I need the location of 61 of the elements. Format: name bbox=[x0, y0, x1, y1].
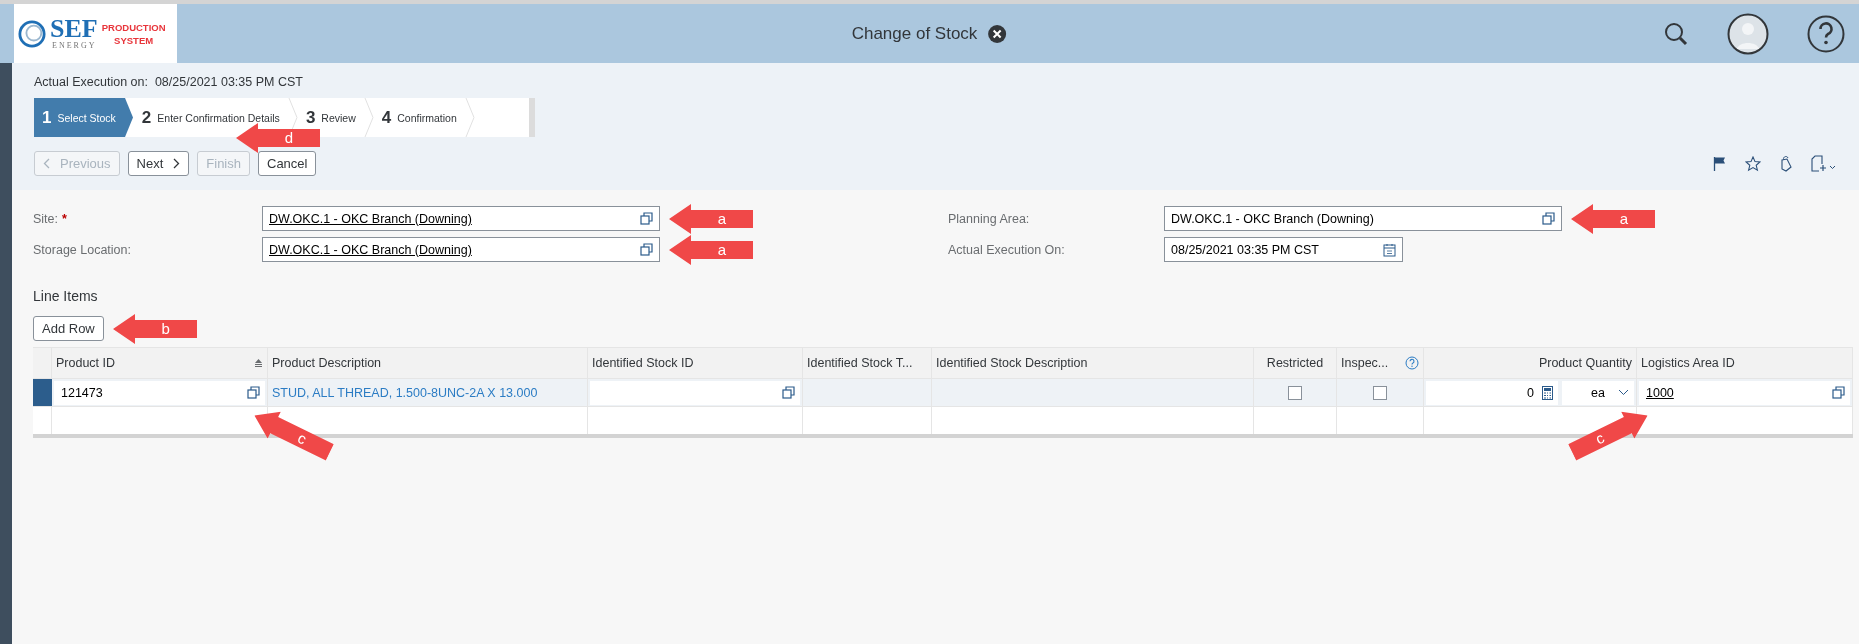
value-help-icon[interactable] bbox=[640, 212, 653, 225]
column-header[interactable]: Identified Stock Description bbox=[932, 347, 1254, 378]
field-label: Actual Execution On: bbox=[948, 242, 1066, 257]
execution-info: Actual Execution on: 08/25/2021 03:35 PM CST bbox=[34, 75, 304, 89]
app-title: Change of Stock bbox=[851, 23, 978, 44]
quantity-field[interactable]: 0 bbox=[1426, 380, 1558, 405]
input-field[interactable]: 1000 bbox=[1639, 380, 1850, 405]
column-header[interactable]: Identified Stock ID bbox=[588, 347, 803, 378]
callout-label: b bbox=[160, 319, 171, 338]
chevron-right-icon bbox=[173, 158, 181, 169]
calendar-icon[interactable] bbox=[1383, 242, 1396, 257]
swirl-icon bbox=[18, 19, 46, 48]
callout-label: a bbox=[1618, 209, 1630, 228]
logo-subtitle: ENERGY bbox=[51, 41, 97, 50]
value-help-icon[interactable] bbox=[1542, 212, 1555, 225]
column-header[interactable]: Identified Stock T... bbox=[803, 347, 932, 378]
column-header[interactable]: Restricted bbox=[1254, 347, 1337, 378]
unit-select[interactable]: ea bbox=[1562, 380, 1634, 405]
value-help-icon[interactable] bbox=[640, 243, 653, 256]
wizard-button[interactable]: Next bbox=[127, 151, 190, 176]
help-icon[interactable] bbox=[1405, 356, 1419, 370]
table-header-cell bbox=[33, 347, 52, 378]
input-field[interactable] bbox=[590, 380, 800, 405]
calculator-icon[interactable] bbox=[1542, 385, 1553, 400]
checkbox[interactable] bbox=[1373, 385, 1387, 400]
tag-icon[interactable] bbox=[1779, 155, 1793, 172]
chevron-left-icon bbox=[43, 158, 50, 169]
section-title: Line Items bbox=[33, 288, 99, 304]
row-selector[interactable] bbox=[33, 378, 52, 406]
callout-label: c bbox=[294, 427, 311, 450]
wizard-button[interactable]: Cancel bbox=[258, 151, 317, 176]
flag-icon[interactable] bbox=[1713, 155, 1727, 172]
input-field[interactable]: 121473 bbox=[54, 380, 265, 405]
search-icon[interactable] bbox=[1663, 20, 1689, 47]
wizard-step[interactable]: 1 Select Stock bbox=[34, 98, 134, 137]
close-icon[interactable] bbox=[987, 23, 1008, 44]
sort-icon bbox=[254, 359, 263, 367]
field-label: Site: * bbox=[33, 211, 68, 226]
field-label: Planning Area: bbox=[948, 211, 1031, 226]
callout-label: a bbox=[716, 209, 728, 228]
callout-label: a bbox=[716, 240, 728, 259]
input-field[interactable]: 08/25/2021 03:35 PM CST bbox=[1164, 237, 1403, 262]
logo-brand: SEF bbox=[50, 17, 98, 41]
column-header[interactable]: Product Description bbox=[268, 347, 588, 378]
help-icon[interactable] bbox=[1807, 14, 1845, 53]
checkbox[interactable] bbox=[1288, 385, 1302, 400]
column-header[interactable]: Logistics Area ID bbox=[1637, 347, 1853, 378]
field-label: Storage Location: bbox=[33, 242, 132, 257]
value-help-icon[interactable] bbox=[1832, 386, 1845, 399]
chevron-down-icon bbox=[1618, 389, 1629, 396]
new-document-icon[interactable] bbox=[1811, 155, 1837, 172]
avatar-icon[interactable] bbox=[1727, 12, 1769, 55]
step-separator-icon bbox=[363, 98, 374, 137]
star-icon[interactable] bbox=[1745, 155, 1761, 172]
column-header[interactable]: Product ID bbox=[52, 347, 268, 378]
column-header[interactable]: Inspec... bbox=[1337, 347, 1424, 378]
logo-tagline: PRODUCTION SYSTEM bbox=[101, 20, 166, 47]
column-header[interactable]: Product Quantity bbox=[1424, 347, 1637, 378]
value-help-icon[interactable] bbox=[782, 386, 795, 399]
value-help-icon[interactable] bbox=[247, 386, 260, 399]
callout-label: c bbox=[1591, 427, 1608, 450]
